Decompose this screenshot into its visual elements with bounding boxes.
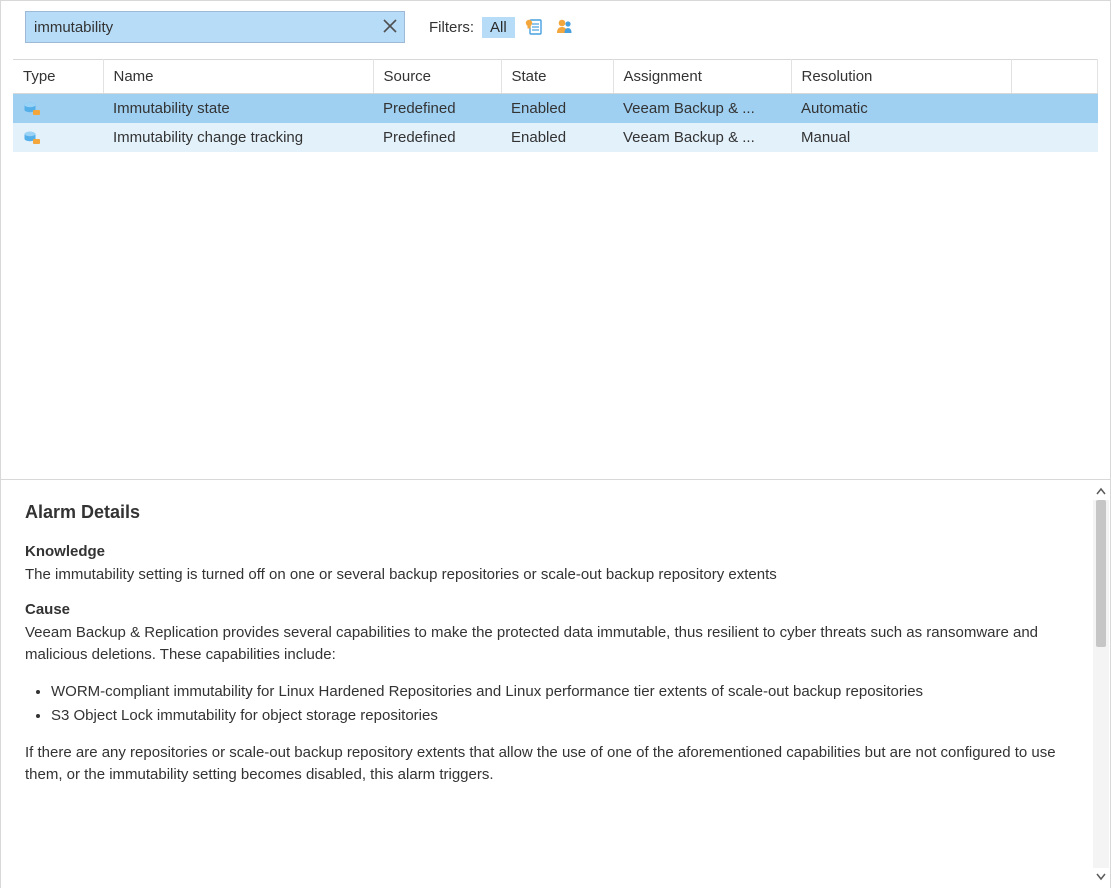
cell-resolution: Manual [791,123,1011,152]
cause-bullet: WORM-compliant immutability for Linux Ha… [51,681,1084,704]
col-type[interactable]: Type [13,60,103,94]
alarms-table-area: Type Name Source State Assignment Resolu… [1,59,1110,152]
clear-search-button[interactable] [376,13,404,41]
knowledge-heading: Knowledge [25,543,1084,560]
filters-label: Filters: [429,19,474,36]
cause-bullet: S3 Object Lock immutability for object s… [51,705,1084,728]
scroll-down-icon[interactable] [1093,868,1109,884]
cell-source: Predefined [373,123,501,152]
search-input[interactable] [26,15,376,40]
repository-icon [23,130,41,146]
knowledge-text: The immutability setting is turned off o… [25,564,1084,587]
alarm-details-pane: Alarm Details Knowledge The immutability… [1,480,1110,888]
filters-group: Filters: All [429,16,575,38]
details-scrollbar[interactable] [1092,484,1110,884]
cell-type [13,94,103,124]
scroll-thumb[interactable] [1096,500,1106,647]
search-box [25,11,405,43]
cell-name: Immutability change tracking [103,123,373,152]
cell-assignment: Veeam Backup & ... [613,94,791,124]
table-row[interactable]: Immutability change tracking Predefined … [13,123,1098,152]
app-frame: Filters: All [0,0,1111,888]
col-source[interactable]: Source [373,60,501,94]
table-row[interactable]: Immutability state Predefined Enabled Ve… [13,94,1098,124]
cause-outro: If there are any repositories or scale-o… [25,742,1084,787]
filter-all[interactable]: All [482,17,515,38]
cause-heading: Cause [25,601,1084,618]
close-icon [383,17,397,38]
alarms-table: Type Name Source State Assignment Resolu… [13,59,1098,152]
cell-state: Enabled [501,123,613,152]
cell-name: Immutability state [103,94,373,124]
col-resolution[interactable]: Resolution [791,60,1011,94]
col-spacer [1011,60,1098,94]
cell-type [13,123,103,152]
filter-predefined-icon[interactable] [523,16,545,38]
filter-user-icon[interactable] [553,16,575,38]
scroll-track[interactable] [1093,500,1109,868]
col-assignment[interactable]: Assignment [613,60,791,94]
table-empty-space [1,152,1110,479]
col-name[interactable]: Name [103,60,373,94]
details-title: Alarm Details [25,502,1084,523]
cell-source: Predefined [373,94,501,124]
repository-icon [23,101,41,117]
cell-assignment: Veeam Backup & ... [613,123,791,152]
col-state[interactable]: State [501,60,613,94]
cell-resolution: Automatic [791,94,1011,124]
scroll-up-icon[interactable] [1093,484,1109,500]
table-header-row: Type Name Source State Assignment Resolu… [13,60,1098,94]
toolbar: Filters: All [1,1,1110,59]
cause-intro: Veeam Backup & Replication provides seve… [25,622,1084,667]
cause-list: WORM-compliant immutability for Linux Ha… [25,681,1084,728]
cell-state: Enabled [501,94,613,124]
